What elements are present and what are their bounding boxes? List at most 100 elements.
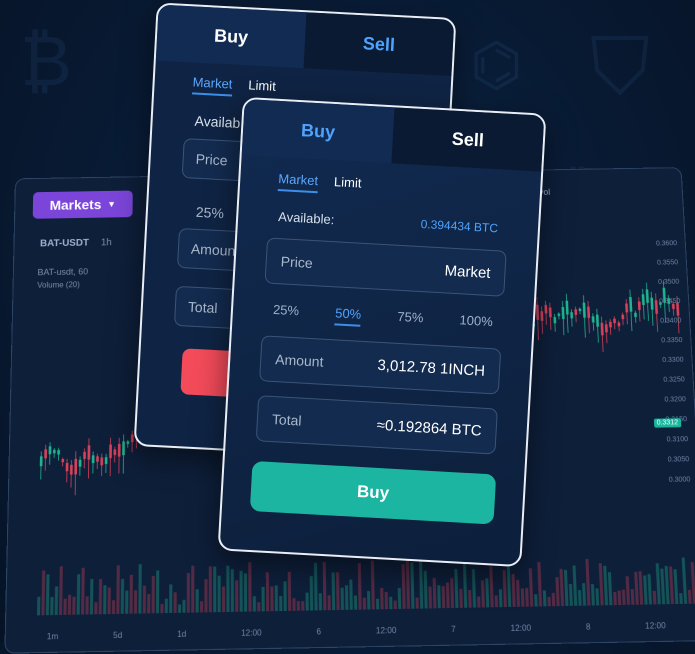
candle-body [570, 312, 573, 318]
bitcoin-bg-icon: ₿ [20, 20, 72, 102]
pct-50-option[interactable]: 50% [335, 305, 362, 326]
sub-tab-limit[interactable]: Limit [248, 77, 276, 98]
candle-body [44, 449, 47, 458]
volume-bar [63, 599, 66, 615]
volume-bar [292, 598, 295, 611]
volume-bar [218, 576, 221, 613]
volume-bar [516, 580, 520, 607]
price-tick-label: 0.3400 [641, 312, 682, 332]
candle-body [114, 449, 117, 455]
time-tick-label: 8 [586, 622, 591, 632]
volume-bar [665, 566, 670, 604]
volume-bar [578, 590, 582, 606]
volume-bar [138, 564, 141, 613]
price-tick-label: 0.3300 [643, 351, 684, 371]
volume-bar [433, 578, 437, 608]
volume-bar [669, 566, 674, 604]
time-tick-label: 1d [177, 629, 186, 639]
volume-bar [354, 595, 357, 609]
candle-body [618, 323, 621, 327]
volume-bar [534, 594, 538, 606]
volume-bar [618, 590, 622, 605]
tab-sell[interactable]: Sell [304, 12, 455, 76]
candle-body [79, 460, 82, 467]
volume-bar [332, 572, 336, 610]
volume-bar [77, 574, 81, 614]
volume-bar [477, 596, 480, 607]
sub-tab-market[interactable]: Market [278, 171, 319, 193]
candle-body [587, 307, 590, 318]
volume-bar [468, 590, 472, 608]
amount-field[interactable]: Amount 3,012.78 1INCH [259, 335, 501, 394]
volume-bar [363, 598, 366, 610]
volume-bar [371, 561, 375, 610]
pct-25-option[interactable]: 25% [272, 302, 299, 323]
volume-bar [613, 592, 617, 605]
tab-buy[interactable]: Buy [242, 99, 395, 163]
total-value: ≈0.192864 BTC [376, 416, 482, 439]
candle-body [613, 319, 616, 324]
price-tick-label: 0.3500 [639, 273, 679, 293]
pct-25-option[interactable]: 25% [196, 204, 225, 221]
volume-bar [416, 598, 419, 609]
volume-bar [72, 597, 75, 615]
candle-body [88, 445, 91, 459]
volume-bar [560, 569, 565, 606]
sub-tab-limit[interactable]: Limit [333, 174, 362, 196]
volume-bar [244, 573, 247, 611]
candle-body [109, 445, 112, 459]
sub-tab-market[interactable]: Market [192, 74, 233, 96]
tab-buy[interactable]: Buy [156, 5, 307, 69]
volume-bar [585, 559, 590, 606]
volume-bar [419, 561, 423, 609]
volume-bar [543, 590, 547, 606]
volume-bar [99, 579, 102, 614]
volume-bar [85, 596, 88, 614]
volume-bar [691, 562, 695, 604]
buy-button[interactable]: Buy [250, 461, 496, 525]
volume-bar [156, 570, 159, 613]
price-tick-label: 0.3550 [638, 254, 678, 274]
volume-bar [472, 569, 476, 608]
volume-bar [485, 578, 489, 607]
volume-bar [582, 583, 586, 606]
candle-body [105, 457, 108, 464]
volume-bar [345, 585, 348, 610]
volume-bar [46, 574, 50, 615]
volume-bar [537, 562, 542, 606]
candle-body [583, 303, 586, 318]
volume-bar [310, 576, 313, 610]
pct-75-option[interactable]: 75% [397, 309, 424, 330]
volume-bar [656, 563, 661, 604]
volume-bar [112, 600, 115, 614]
candle-body [601, 323, 604, 336]
volume-bar [178, 604, 181, 612]
pct-100-option[interactable]: 100% [459, 312, 493, 334]
volume-bar [622, 590, 626, 605]
volume-bar [90, 579, 94, 615]
candle-body [574, 309, 577, 315]
volume-bar [196, 589, 199, 612]
volume-bar [424, 571, 428, 609]
available-value: 0.394434 BTC [420, 217, 498, 236]
time-tick-label: 5d [113, 631, 122, 641]
candle-body [558, 314, 561, 317]
volume-bar [182, 600, 185, 613]
total-label: Total [188, 299, 218, 317]
candle-body [553, 317, 556, 323]
candle-body [621, 315, 624, 319]
volume-bar [511, 574, 515, 607]
shield-bg-icon: ⛉ [590, 20, 650, 114]
total-field[interactable]: Total ≈0.192864 BTC [256, 395, 498, 454]
price-field[interactable]: Price Market [265, 237, 507, 296]
volume-bar [125, 591, 128, 614]
tab-sell[interactable]: Sell [391, 107, 544, 171]
candle-body [629, 297, 632, 312]
time-tick-label: 12:00 [510, 623, 531, 633]
volume-bar [406, 559, 410, 609]
volume-bar [380, 588, 384, 609]
volume-bar [489, 566, 493, 607]
volume-bar [37, 597, 40, 616]
candle-body [609, 322, 612, 328]
volume-bar [341, 588, 344, 610]
